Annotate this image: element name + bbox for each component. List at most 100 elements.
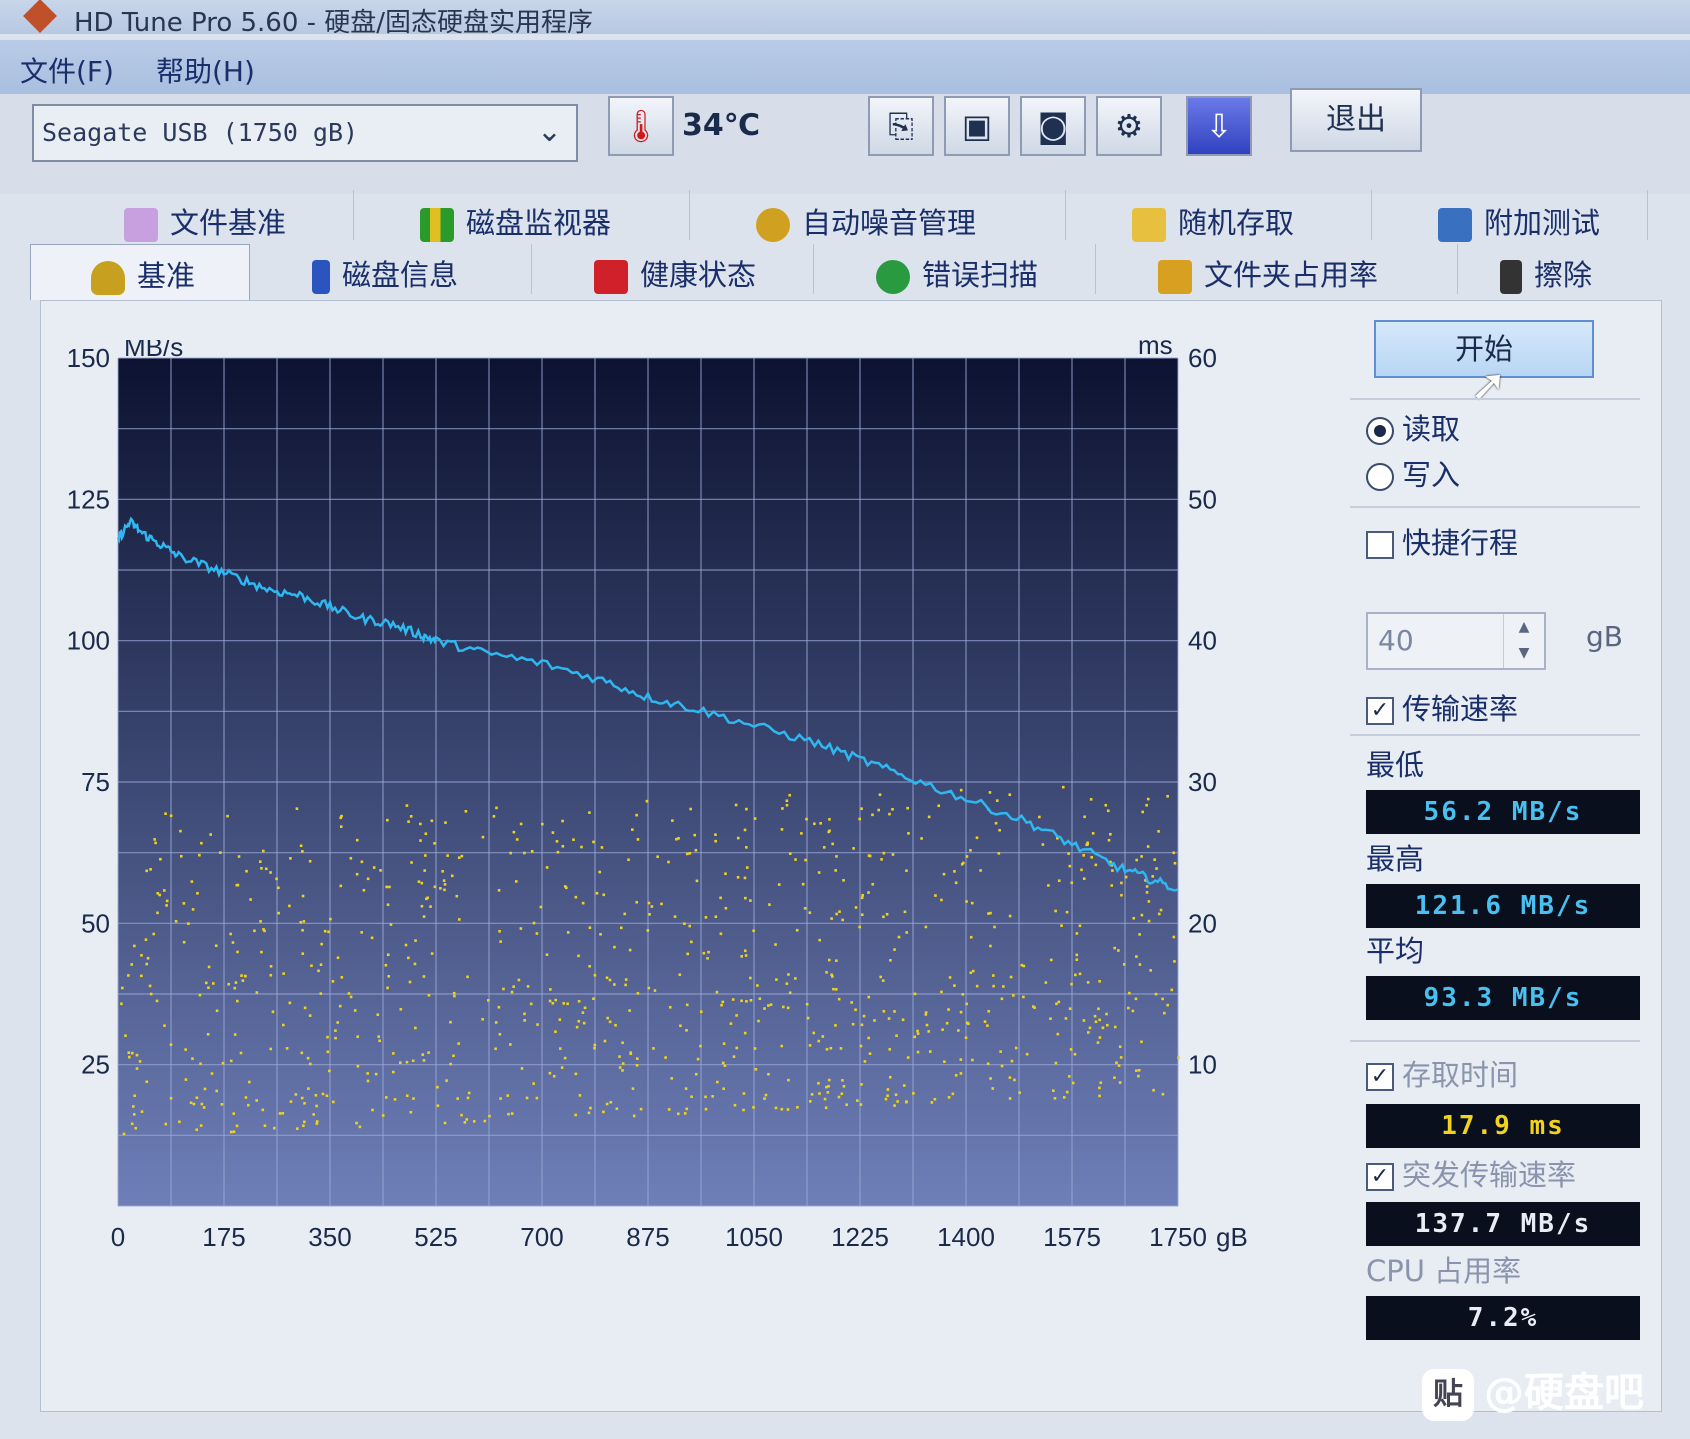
tab-disk-info[interactable]: 磁盘信息 [252, 244, 532, 294]
access-time-point [450, 874, 454, 878]
access-time-point [989, 944, 992, 948]
access-time-point [192, 1102, 196, 1106]
burst-rate-readout: 137.7 MB/s [1366, 1202, 1640, 1246]
menu-file[interactable]: 文件(F) [20, 50, 114, 90]
access-time-point [148, 984, 152, 988]
thermometer-icon: 🌡 [620, 107, 662, 145]
access-time-point [646, 929, 650, 932]
access-time-point [506, 1094, 510, 1097]
access-time-point [882, 851, 886, 855]
access-time-point [306, 1056, 310, 1060]
tab-disk-monitor[interactable]: 磁盘监视器 [360, 190, 690, 242]
access-time-point [408, 980, 412, 984]
access-time-point [232, 1112, 236, 1115]
tab-benchmark[interactable]: 基准 [30, 244, 250, 300]
tab-extra-tests[interactable]: 附加测试 [1378, 190, 1648, 242]
access-time-point [831, 842, 834, 846]
access-time-point [182, 902, 186, 905]
stepper-arrows-icon[interactable]: ▲ ▼ [1503, 614, 1544, 668]
access-time-point [1113, 946, 1116, 950]
access-time-point [512, 985, 515, 988]
access-time-point [253, 929, 256, 933]
tab-health[interactable]: 健康状态 [534, 244, 814, 294]
access-time-point [499, 1097, 502, 1100]
access-time-point [303, 1101, 306, 1105]
access-time-point [299, 920, 303, 924]
tab-folder-usage[interactable]: 文件夹占用率 [1098, 244, 1458, 294]
drive-select[interactable]: Seagate USB (1750 gB) ⌄ [32, 104, 578, 162]
tab-error-scan[interactable]: 错误扫描 [816, 244, 1096, 294]
access-time-point [886, 1088, 890, 1091]
access-time-point [745, 807, 748, 811]
access-time-point [169, 814, 173, 818]
burst-rate-checkbox[interactable]: ✓ 突发传输速率 [1366, 1152, 1576, 1194]
access-time-point [1083, 815, 1086, 819]
access-time-point [1068, 1007, 1072, 1011]
access-time-label: 存取时间 [1402, 1058, 1519, 1092]
options-button[interactable]: ⚙ [1096, 96, 1162, 156]
access-time-point [609, 1100, 613, 1104]
access-time-point [1105, 1012, 1108, 1016]
access-time-point [635, 813, 638, 817]
access-time-point [1104, 803, 1108, 807]
tab-random-access[interactable]: 随机存取 [1072, 190, 1372, 242]
access-time-point [721, 1000, 725, 1004]
access-time-point [677, 837, 680, 840]
tab-aam[interactable]: 自动噪音管理 [696, 190, 1066, 242]
copy-screen-button[interactable]: ▣ [944, 96, 1010, 156]
temperature-button[interactable]: 🌡 [608, 96, 674, 156]
access-time-point [156, 891, 160, 895]
short-stroke-checkbox[interactable]: 快捷行程 [1366, 520, 1518, 562]
short-stroke-stepper[interactable]: 40 ▲ ▼ [1366, 612, 1546, 670]
access-time-point [1113, 1025, 1117, 1029]
access-time-point [1018, 1091, 1021, 1094]
access-time-point [433, 841, 436, 845]
access-time-point [529, 1002, 533, 1006]
access-time-point [635, 1057, 639, 1060]
access-time-point [841, 918, 844, 922]
access-time-point [1073, 1052, 1077, 1056]
access-time-point [410, 861, 413, 864]
access-time-point [707, 950, 710, 954]
copy-text-button[interactable]: ⎘ [868, 96, 934, 156]
access-time-point [221, 1061, 225, 1065]
access-time-point [786, 1108, 790, 1111]
access-time-point [893, 1010, 896, 1013]
access-time-point [837, 1095, 841, 1099]
access-time-point [453, 994, 456, 998]
access-time-point [1071, 1081, 1075, 1085]
exit-button[interactable]: 退出 [1290, 88, 1422, 152]
access-time-point [1051, 1089, 1055, 1093]
write-radio[interactable]: 写入 [1366, 452, 1460, 494]
access-time-point [818, 1092, 821, 1095]
access-time-point [983, 1020, 987, 1023]
access-time-point [169, 1043, 173, 1046]
access-time-point [393, 1098, 397, 1101]
access-time-point [924, 1011, 928, 1014]
access-time-point [370, 936, 374, 940]
save-button[interactable]: ⇩ [1186, 96, 1252, 156]
transfer-rate-checkbox[interactable]: ✓ 传输速率 [1366, 686, 1518, 728]
tab-erase[interactable]: 擦除 [1460, 244, 1650, 294]
access-time-point [299, 844, 303, 848]
access-time-point [785, 982, 789, 985]
access-time-point [1041, 843, 1045, 846]
menu-help[interactable]: 帮助(H) [156, 50, 255, 90]
access-time-point [861, 893, 864, 897]
access-time-point [326, 1050, 330, 1054]
screenshot-button[interactable]: ◙ [1020, 96, 1086, 156]
access-time-point [1140, 913, 1144, 917]
access-time-point [907, 832, 910, 835]
access-time-point [179, 829, 182, 833]
access-time-checkbox[interactable]: ✓ 存取时间 [1366, 1052, 1518, 1094]
access-time-point [860, 896, 864, 900]
tab-file-benchmark[interactable]: 文件基准 [84, 190, 354, 242]
access-time-point [277, 886, 280, 890]
access-time-point [830, 917, 833, 920]
read-radio[interactable]: 读取 [1366, 406, 1460, 448]
access-time-point [1135, 955, 1138, 958]
access-time-point [405, 804, 409, 807]
access-time-point [838, 910, 841, 913]
access-time-point [1132, 916, 1136, 920]
access-time-point [796, 1105, 799, 1109]
